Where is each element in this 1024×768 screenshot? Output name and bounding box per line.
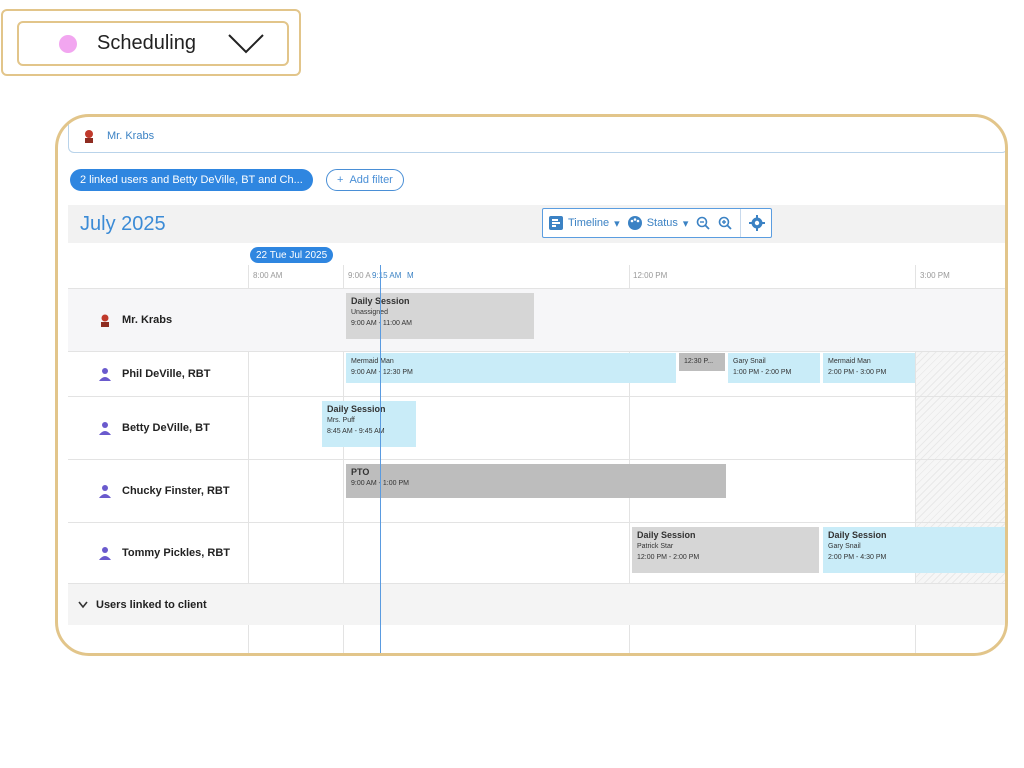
event-title: PTO <box>351 467 370 477</box>
row-label[interactable]: Mr. Krabs <box>68 289 248 351</box>
status-label: Status <box>646 217 678 229</box>
time-tick: 3:00 PM <box>920 271 950 280</box>
row-name: Chucky Finster, RBT <box>122 485 230 497</box>
row-label[interactable]: Betty DeVille, BT <box>68 397 248 459</box>
event-time: 9:00 AM - 12:30 PM <box>351 369 413 376</box>
event-person: Unassigned <box>351 309 388 316</box>
event-person: Mermaid Man <box>828 358 871 365</box>
event-block[interactable]: Daily Session Unassigned 9:00 AM - 11:00… <box>346 293 534 339</box>
client-bar[interactable]: Mr. Krabs <box>68 119 1005 153</box>
event-block[interactable]: Daily Session Mrs. Puff 8:45 AM - 9:45 A… <box>322 401 416 447</box>
date-chip: 22 Tue Jul 2025 <box>250 247 334 263</box>
row-name: Phil DeVille, RBT <box>122 368 211 380</box>
toolbar-divider <box>740 209 742 237</box>
current-time-label: 9:15 AM <box>372 271 402 280</box>
client-avatar-icon <box>85 129 93 143</box>
event-title: Daily Session <box>351 296 410 306</box>
event-person: Gary Snail <box>828 543 861 550</box>
event-time: 12:30 P... <box>684 358 714 365</box>
row-label[interactable]: Chucky Finster, RBT <box>68 460 248 522</box>
module-selector-label: Scheduling <box>97 32 196 54</box>
chevron-down-icon <box>78 601 88 609</box>
event-person: Patrick Star <box>637 543 674 550</box>
month-title: July 2025 <box>80 213 166 235</box>
client-avatar-icon <box>101 314 109 327</box>
event-title: Daily Session <box>327 404 386 414</box>
event-block[interactable]: Daily Session Gary Snail 2:00 PM - 4:30 … <box>823 527 1005 573</box>
add-filter-button[interactable]: + Add filter <box>326 169 404 191</box>
group-label: Users linked to client <box>96 599 207 611</box>
client-name: Mr. Krabs <box>107 129 155 142</box>
person-icon <box>99 485 111 498</box>
row-label[interactable]: Phil DeVille, RBT <box>68 352 248 396</box>
view-tools: Timeline ▾ Status ▾ <box>542 208 773 238</box>
time-tick: 12:00 PM <box>633 271 668 280</box>
zoom-in-icon[interactable] <box>718 216 733 230</box>
person-icon <box>99 547 111 560</box>
row-label[interactable]: Tommy Pickles, RBT <box>68 523 248 583</box>
zoom-out-icon[interactable] <box>696 216 711 230</box>
event-block[interactable]: 12:30 P... <box>679 353 725 371</box>
module-selector[interactable]: Scheduling <box>17 21 289 66</box>
add-filter-label: Add filter <box>349 174 393 186</box>
active-filter-chip[interactable]: 2 linked users and Betty DeVille, BT and… <box>70 169 313 191</box>
current-time-indicator <box>380 265 381 653</box>
time-tick: 9:00 A <box>348 271 371 280</box>
module-color-dot <box>59 34 77 53</box>
event-time: 1:00 PM - 2:00 PM <box>733 369 792 376</box>
event-title: Daily Session <box>637 530 696 540</box>
gear-icon[interactable] <box>749 215 766 231</box>
plus-icon: + <box>337 174 344 186</box>
person-icon <box>99 368 111 381</box>
event-person: Gary Snail <box>733 358 766 365</box>
group-header[interactable]: Users linked to client <box>78 584 207 626</box>
timeline-view-button[interactable]: Timeline ▾ <box>549 216 620 230</box>
event-block[interactable]: Mermaid Man 9:00 AM - 12:30 PM <box>346 353 676 383</box>
event-person: Mrs. Puff <box>327 417 355 424</box>
row-name: Betty DeVille, BT <box>122 422 210 434</box>
event-block[interactable]: Daily Session Patrick Star 12:00 PM - 2:… <box>632 527 819 573</box>
time-tick: M <box>407 271 414 280</box>
timeline-icon <box>549 216 563 230</box>
event-block[interactable]: PTO 9:00 AM - 1:00 PM <box>346 464 726 498</box>
person-icon <box>99 422 111 435</box>
timeline-label: Timeline <box>568 217 610 229</box>
time-tick: 8:00 AM <box>253 271 283 280</box>
event-time: 9:00 AM - 1:00 PM <box>351 480 409 487</box>
status-color-button[interactable]: Status ▾ <box>627 216 689 230</box>
event-title: Daily Session <box>828 530 887 540</box>
resource-row: Betty DeVille, BT <box>68 396 1005 459</box>
caret-down-icon: ▾ <box>614 217 620 230</box>
event-time: 9:00 AM - 11:00 AM <box>351 320 412 327</box>
module-selector-frame: Scheduling <box>1 9 301 76</box>
row-name: Mr. Krabs <box>122 314 173 326</box>
row-name: Tommy Pickles, RBT <box>122 547 230 559</box>
event-person: Mermaid Man <box>351 358 394 365</box>
resource-row: Mr. Krabs <box>68 288 1005 351</box>
event-time: 8:45 AM - 9:45 AM <box>327 428 385 435</box>
palette-icon <box>627 216 642 230</box>
event-time: 12:00 PM - 2:00 PM <box>637 554 700 561</box>
chevron-down-icon <box>228 33 264 53</box>
event-time: 2:00 PM - 3:00 PM <box>828 369 887 376</box>
timeline-grid: 22 Tue Jul 2025 8:00 AM 9:00 A 9:15 AM M… <box>68 243 1005 653</box>
event-block[interactable]: Gary Snail 1:00 PM - 2:00 PM <box>728 353 820 383</box>
app-frame: Mr. Krabs 2 linked users and Betty DeVil… <box>55 114 1008 656</box>
caret-down-icon: ▾ <box>682 217 689 230</box>
event-time: 2:00 PM - 4:30 PM <box>828 554 887 561</box>
calendar-toolbar: July 2025 Timeline ▾ Status ▾ <box>68 205 1005 243</box>
linked-users-group[interactable]: Users linked to client <box>68 583 1005 626</box>
event-block[interactable]: Mermaid Man 2:00 PM - 3:00 PM <box>823 353 915 383</box>
